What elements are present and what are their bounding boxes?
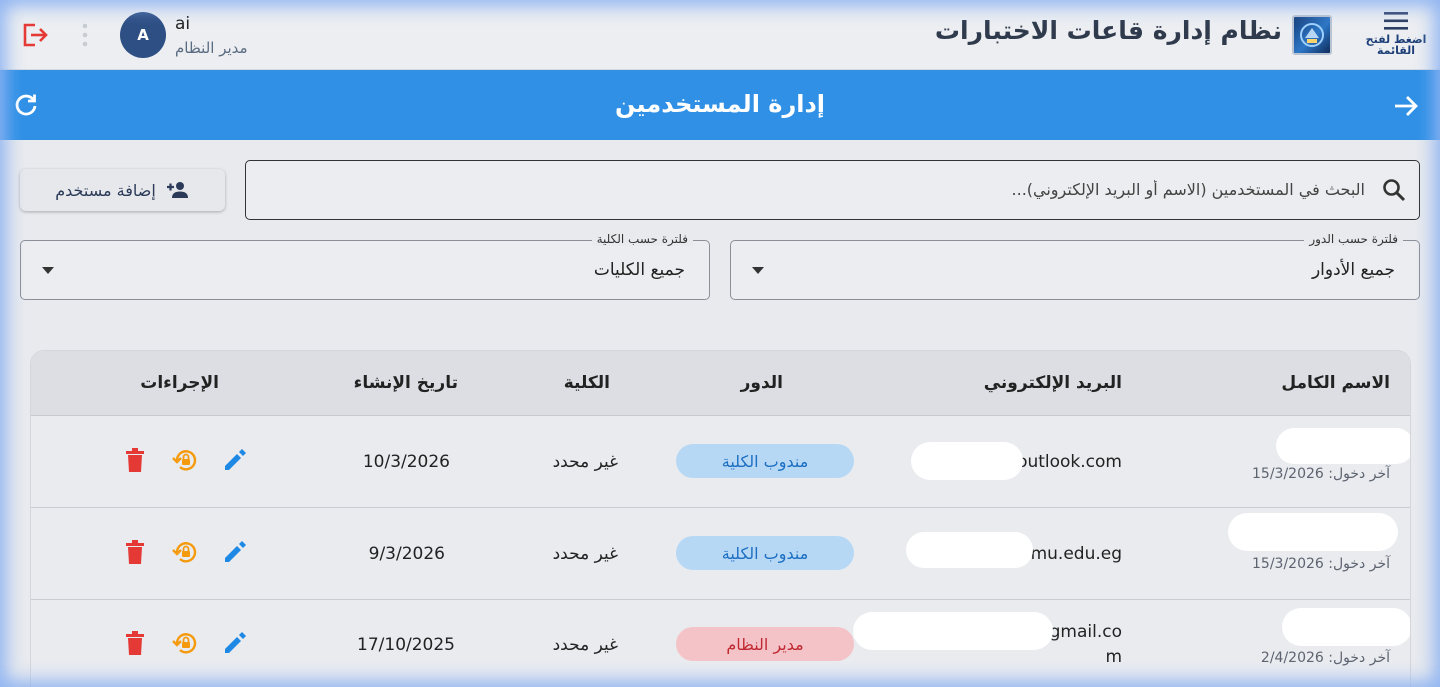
last-login: آخر دخول: 2/4/2026: [1260, 650, 1390, 666]
column-full-name[interactable]: الاسم الكامل: [1281, 373, 1390, 393]
created-cell: 17/10/2025: [357, 635, 455, 655]
users-table: الاسم الكامل البريد الإلكتروني الدور الك…: [30, 350, 1411, 687]
college-cell: غير محدد: [552, 452, 618, 472]
search-input[interactable]: [285, 161, 1365, 218]
college-cell: غير محدد: [552, 635, 618, 655]
redacted-email: [906, 532, 1033, 568]
page-title: إدارة المستخدمين: [614, 90, 826, 118]
redacted-email: [911, 442, 1023, 480]
column-college[interactable]: الكلية: [564, 373, 610, 393]
college-filter-select[interactable]: فلترة حسب الكلية جميع الكليات: [20, 232, 710, 300]
college-cell: غير محدد: [552, 544, 618, 564]
column-role[interactable]: الدور: [741, 373, 783, 393]
created-cell: 9/3/2026: [368, 544, 445, 564]
person-add-icon: [166, 182, 188, 198]
table-row[interactable]: آخر دخول: 15/3/2026 @mu.edu.eg مندوب الك…: [31, 508, 1410, 600]
refresh-icon: [15, 94, 37, 116]
search-box: [245, 160, 1420, 220]
role-filter-value: جميع الأدوار: [1311, 260, 1395, 280]
column-actions: الإجراءات: [140, 373, 219, 393]
page-toolbar: إدارة المستخدمين: [0, 70, 1440, 140]
app-logo: [1292, 15, 1332, 55]
role-filter-legend: فلترة حسب الدور: [1304, 232, 1403, 246]
menu-icon: [1384, 12, 1408, 30]
search-icon: [1383, 179, 1406, 202]
redacted-name: [1228, 513, 1398, 551]
refresh-button[interactable]: [12, 91, 40, 119]
role-badge: مندوب الكلية: [676, 536, 854, 570]
more-options-button[interactable]: [78, 22, 92, 48]
back-button[interactable]: [1392, 92, 1420, 120]
college-filter-value: جميع الكليات: [593, 260, 685, 280]
dropdown-caret-icon: [42, 267, 54, 274]
delete-icon[interactable]: [121, 538, 149, 566]
arrow-forward-icon: [1395, 96, 1418, 116]
last-login: آخر دخول: 15/3/2026: [1252, 556, 1390, 572]
edit-icon[interactable]: [221, 629, 249, 657]
add-user-label: إضافة مستخدم: [55, 180, 156, 200]
menu-button[interactable]: اضغط لفتح القائمة: [1364, 10, 1428, 62]
add-user-button[interactable]: إضافة مستخدم: [20, 169, 225, 211]
dropdown-caret-icon: [752, 267, 764, 274]
created-cell: 10/3/2026: [362, 452, 450, 472]
column-email[interactable]: البريد الإلكتروني: [984, 373, 1122, 393]
redacted-name: [1282, 608, 1410, 646]
logout-button[interactable]: [20, 20, 50, 50]
redacted-name: [1276, 428, 1410, 464]
edit-icon[interactable]: [221, 446, 249, 474]
last-login: آخر دخول: 15/3/2026: [1252, 466, 1390, 482]
table-header: الاسم الكامل البريد الإلكتروني الدور الك…: [31, 351, 1410, 416]
avatar[interactable]: A: [120, 12, 166, 58]
role-badge: مندوب الكلية: [676, 444, 854, 478]
email-cell-line2: m: [1105, 647, 1122, 667]
more-vert-icon: [82, 23, 88, 47]
user-name: ai: [175, 14, 191, 34]
college-filter-legend: فلترة حسب الكلية: [591, 232, 693, 246]
lock-reset-icon[interactable]: [171, 446, 199, 474]
edit-icon[interactable]: [221, 538, 249, 566]
lock-reset-icon[interactable]: [171, 538, 199, 566]
delete-icon[interactable]: [121, 446, 149, 474]
table-row[interactable]: آخر دخول: 15/3/2026 )outlook.com مندوب ا…: [31, 416, 1410, 508]
role-badge: مدير النظام: [676, 627, 854, 661]
logout-icon: [23, 23, 48, 47]
column-created[interactable]: تاريخ الإنشاء: [354, 373, 458, 393]
redacted-email: [853, 612, 1053, 650]
app-title: نظام إدارة قاعات الاختبارات: [934, 16, 1282, 45]
delete-icon[interactable]: [121, 629, 149, 657]
email-cell-line1: )gmail.co: [1043, 622, 1122, 642]
role-filter-select[interactable]: فلترة حسب الدور جميع الأدوار: [730, 232, 1420, 300]
lock-reset-icon[interactable]: [171, 629, 199, 657]
menu-label: اضغط لفتح القائمة: [1365, 33, 1427, 57]
email-cell: )outlook.com: [1010, 452, 1122, 472]
user-role: مدير النظام: [175, 39, 248, 57]
app-header: اضغط لفتح القائمة نظام إدارة قاعات الاخت…: [0, 0, 1440, 70]
table-row[interactable]: آخر دخول: 2/4/2026 )gmail.co m مدير النظ…: [31, 600, 1410, 687]
